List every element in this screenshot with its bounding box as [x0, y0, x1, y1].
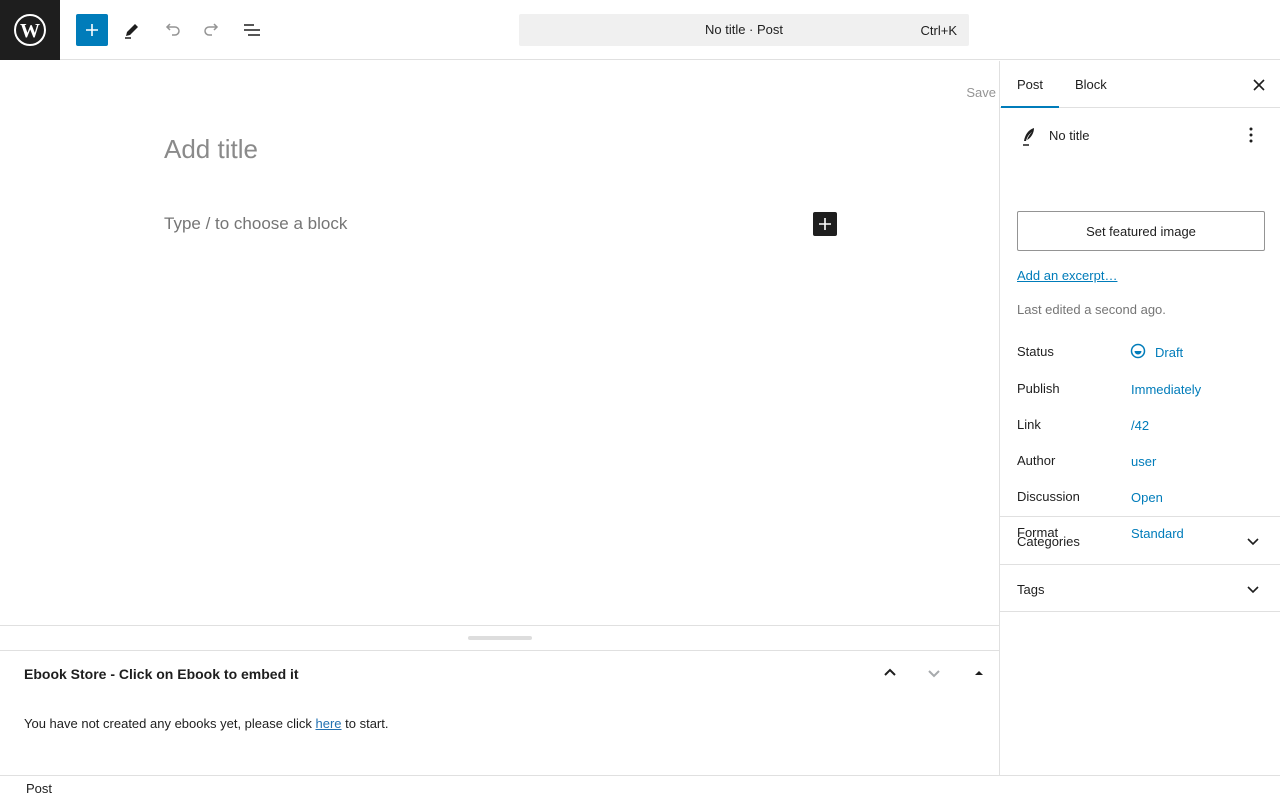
discussion-label: Discussion	[1017, 489, 1080, 504]
tab-block[interactable]: Block	[1075, 61, 1107, 108]
resize-handle[interactable]	[468, 636, 532, 640]
toggle-panel-button[interactable]	[967, 661, 991, 685]
plus-icon	[819, 218, 831, 230]
link-label: Link	[1017, 417, 1041, 432]
block-placeholder[interactable]: Type / to choose a block	[164, 214, 347, 234]
add-block-button[interactable]	[76, 14, 108, 46]
draft-status-icon	[1130, 343, 1146, 359]
breadcrumb[interactable]: Post	[26, 781, 52, 796]
last-edited-text: Last edited a second ago.	[1017, 302, 1166, 317]
message-text-after: to start.	[341, 716, 389, 731]
plus-icon	[86, 24, 98, 36]
categories-panel[interactable]: Categories	[1000, 516, 1280, 564]
here-link[interactable]: here	[315, 716, 341, 731]
set-featured-image-button[interactable]: Set featured image	[1017, 211, 1265, 251]
command-palette-bar[interactable]: No title · Post Ctrl+K	[519, 14, 969, 46]
undo-button[interactable]	[156, 14, 188, 46]
redo-icon	[204, 23, 219, 36]
post-summary-title: No title	[1049, 128, 1090, 143]
close-icon	[1253, 79, 1265, 91]
wordpress-logo-button[interactable]: W	[0, 0, 60, 60]
chevron-down-icon	[1247, 538, 1259, 546]
tab-post[interactable]: Post	[1001, 61, 1059, 108]
document-title: No title · Post	[704, 22, 784, 37]
categories-panel-title: Categories	[1017, 534, 1080, 549]
pencil-icon	[125, 24, 138, 39]
metabox-title: Ebook Store - Click on Ebook to embed it	[24, 666, 299, 682]
close-sidebar-button[interactable]	[1249, 75, 1269, 95]
sidebar-tabs: Post Block	[1000, 61, 1280, 108]
author-label: Author	[1017, 453, 1056, 468]
author-value[interactable]: user	[1131, 454, 1156, 469]
wordpress-icon: W	[14, 14, 46, 46]
save-draft-button[interactable]: Save	[966, 85, 996, 100]
chevron-down-icon	[928, 670, 940, 678]
discussion-value[interactable]: Open	[1131, 490, 1163, 505]
message-text-before: You have not created any ebooks yet, ple…	[24, 716, 316, 731]
move-down-button[interactable]	[922, 661, 946, 685]
post-type-icon	[1017, 125, 1041, 149]
post-actions-button[interactable]	[1239, 123, 1263, 147]
redo-button[interactable]	[196, 14, 228, 46]
triangle-up-icon	[975, 671, 983, 675]
chevron-up-icon	[884, 668, 896, 676]
editor-canvas: Save Add title Type / to choose a block	[0, 61, 999, 625]
tags-panel-title: Tags	[1017, 582, 1045, 597]
inline-add-block-button[interactable]	[813, 212, 837, 236]
tools-button[interactable]	[116, 14, 148, 46]
move-up-button[interactable]	[878, 661, 902, 685]
chevron-down-icon	[1247, 586, 1259, 594]
metabox-message: You have not created any ebooks yet, ple…	[24, 716, 388, 731]
keyboard-shortcut-hint: Ctrl+K	[920, 23, 957, 38]
list-view-icon	[244, 24, 260, 36]
ebook-store-metabox: Ebook Store - Click on Ebook to embed it…	[0, 651, 999, 775]
tags-panel[interactable]: Tags	[1000, 564, 1280, 612]
editor-footer: Post	[0, 775, 1280, 800]
svg-text:W: W	[20, 20, 40, 42]
add-excerpt-link[interactable]: Add an excerpt…	[1017, 268, 1117, 283]
list-view-button[interactable]	[236, 14, 268, 46]
metabox-resize-bar[interactable]	[0, 625, 999, 651]
undo-icon	[165, 23, 180, 36]
editor-header: W No title · Post Ctrl+K	[0, 0, 1280, 60]
status-value[interactable]: Draft	[1155, 345, 1183, 360]
settings-sidebar: Post Block No title Set featured image A…	[999, 61, 1280, 775]
publish-label: Publish	[1017, 381, 1060, 396]
status-label: Status	[1017, 344, 1054, 359]
more-vertical-icon	[1249, 127, 1253, 143]
post-title-input[interactable]: Add title	[164, 134, 258, 165]
publish-value[interactable]: Immediately	[1131, 382, 1201, 397]
link-value[interactable]: /42	[1131, 418, 1149, 433]
